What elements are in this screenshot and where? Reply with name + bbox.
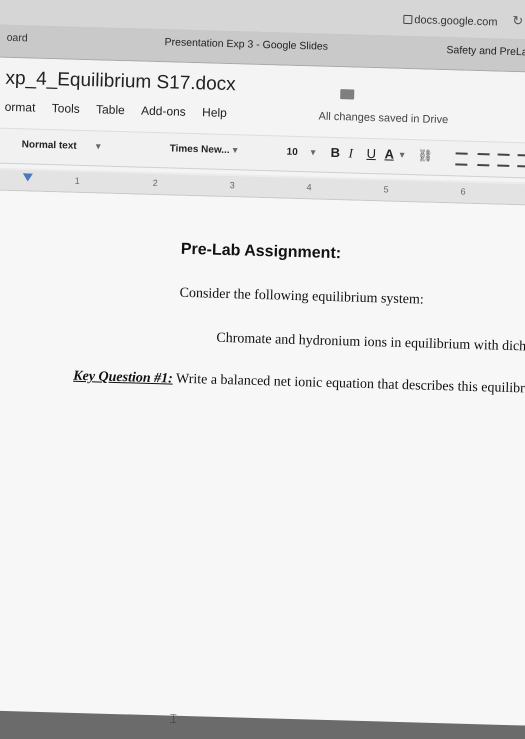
- align-right-icon[interactable]: [497, 153, 510, 167]
- document-title[interactable]: xp_4_Equilibrium S17.docx: [5, 68, 236, 96]
- mouse-cursor-icon: ⌶: [169, 711, 178, 726]
- align-center-icon[interactable]: [477, 152, 490, 167]
- ruler-mark: 6: [460, 186, 466, 197]
- screen: docs.google.com ↻ oard Presentation Exp …: [0, 0, 525, 726]
- document-page[interactable]: Pre-Lab Assignment: Consider the followi…: [0, 190, 525, 726]
- paragraph-style-select[interactable]: Normal text: [22, 139, 77, 152]
- save-status: All changes saved in Drive: [318, 110, 449, 127]
- lock-icon: [403, 14, 413, 25]
- menu-table[interactable]: Table: [96, 102, 125, 117]
- text-color-button[interactable]: A: [384, 146, 394, 161]
- paragraph-intro: Consider the following equilibrium syste…: [179, 285, 424, 308]
- chevron-down-icon[interactable]: ▾: [232, 145, 237, 156]
- chevron-down-icon[interactable]: ▾: [399, 150, 404, 161]
- menu-add-ons[interactable]: Add-ons: [141, 104, 186, 119]
- browser-tab-slides[interactable]: Presentation Exp 3 - Google Slides: [164, 36, 328, 53]
- align-left-icon[interactable]: [455, 152, 468, 166]
- menu-tools[interactable]: Tools: [52, 101, 80, 116]
- pre-lab-heading: Pre-Lab Assignment:: [180, 240, 342, 263]
- ruler-mark: 1: [74, 175, 80, 186]
- menu-bar: ormat Tools Table Add-ons Help: [5, 100, 240, 121]
- ruler-mark: 3: [229, 180, 235, 191]
- chevron-down-icon[interactable]: ▾: [310, 147, 315, 158]
- folder-icon[interactable]: [340, 89, 355, 100]
- reload-icon[interactable]: ↻: [512, 13, 523, 29]
- chevron-down-icon[interactable]: ▾: [96, 141, 101, 152]
- font-size-select[interactable]: 10: [286, 147, 297, 158]
- font-family-select[interactable]: Times New...: [169, 143, 229, 156]
- ruler-mark: 2: [152, 177, 158, 189]
- bold-button[interactable]: B: [330, 145, 340, 160]
- docs-header: xp_4_Equilibrium S17.docx ormat Tools Ta…: [0, 57, 525, 183]
- align-justify-icon[interactable]: [517, 154, 525, 168]
- key-question-text: Write a balanced net ionic equation that…: [172, 371, 525, 398]
- key-question: Key Question #1: Write a balanced net io…: [73, 369, 525, 398]
- browser-tab[interactable]: oard: [7, 32, 28, 45]
- paragraph-system: Chromate and hydronium ions in equilibri…: [216, 330, 525, 357]
- italic-button[interactable]: I: [348, 145, 353, 161]
- ruler-mark: 5: [383, 184, 389, 195]
- key-question-label: Key Question #1:: [73, 368, 173, 387]
- link-icon[interactable]: ⛓: [417, 148, 433, 162]
- url-text[interactable]: docs.google.com: [414, 14, 497, 28]
- menu-format[interactable]: ormat: [5, 100, 36, 115]
- indent-marker-icon[interactable]: [22, 173, 33, 182]
- underline-button[interactable]: U: [366, 146, 376, 161]
- browser-tab-docs[interactable]: Safety and PreLab_Exp_4_Equilibrium S17.…: [446, 44, 525, 59]
- ruler-mark: 4: [306, 182, 312, 193]
- menu-help[interactable]: Help: [202, 105, 227, 120]
